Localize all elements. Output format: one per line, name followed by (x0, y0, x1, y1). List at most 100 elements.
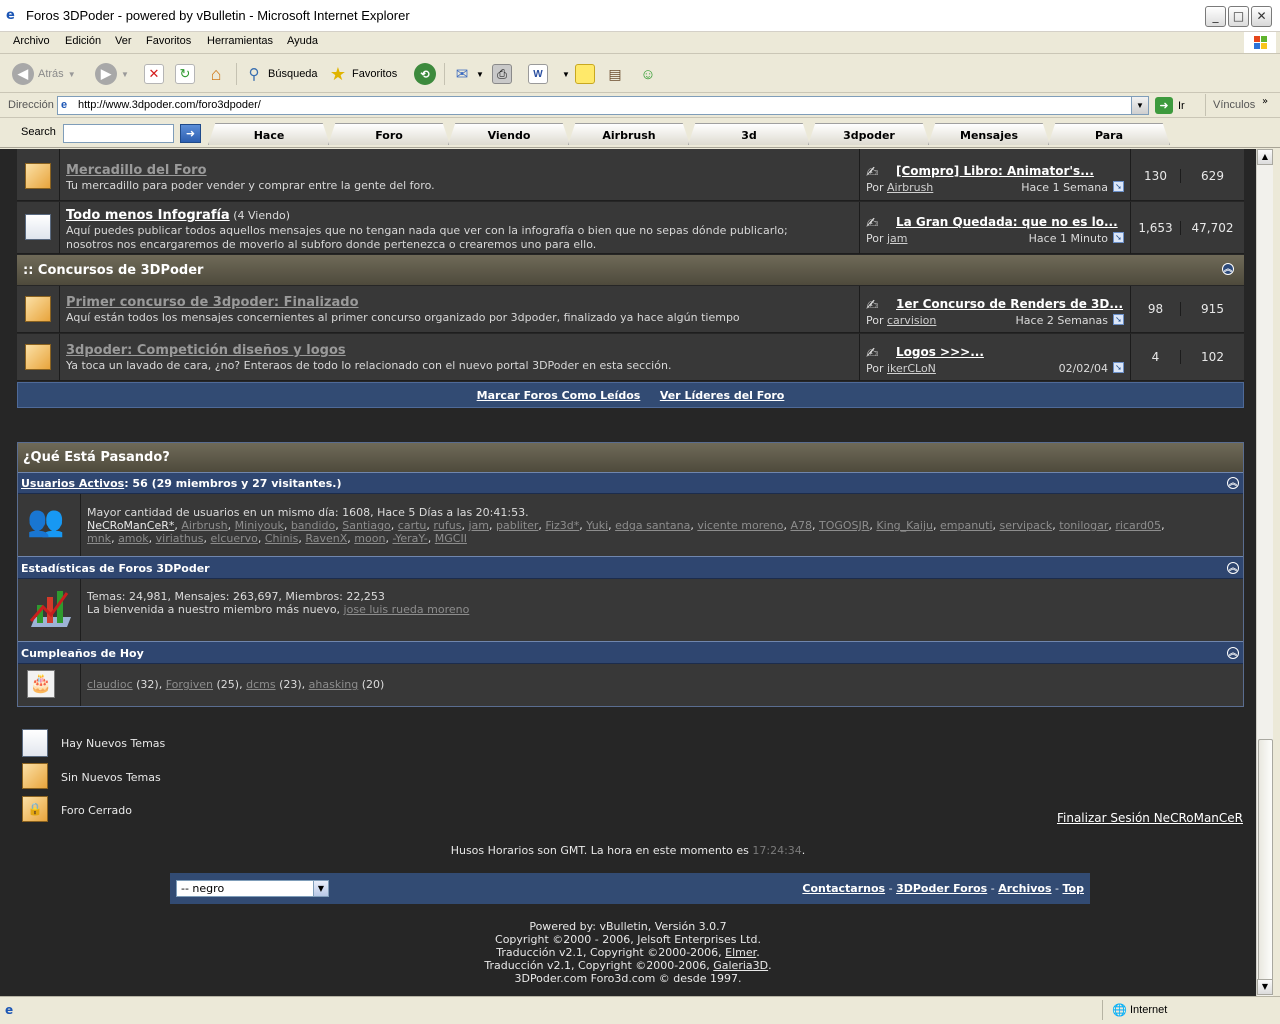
collapse-icon[interactable]: ︽ (1222, 263, 1234, 275)
edit-button[interactable]: W ▼ (528, 61, 570, 87)
forum-title[interactable]: Primer concurso de 3dpoder: Finalizado (66, 295, 359, 310)
last-post-title[interactable]: 1er Concurso de Renders de 3D... (896, 297, 1123, 311)
tab-airbrush[interactable]: Airbrush (568, 123, 690, 145)
close-button[interactable]: ✕ (1251, 6, 1272, 27)
last-post-user[interactable]: carvision (887, 314, 936, 327)
menu-ver[interactable]: Ver (115, 35, 132, 47)
collapse-icon[interactable]: ︽ (1227, 562, 1239, 574)
last-post-title[interactable]: [Compro] Libro: Animator's... (896, 164, 1094, 178)
online-user-link[interactable]: MGCII (435, 532, 467, 545)
maximize-button[interactable]: □ (1228, 6, 1249, 27)
last-post-title[interactable]: Logos >>>... (896, 345, 984, 359)
search-button[interactable]: ⚲ Búsqueda (244, 61, 318, 87)
archives-link[interactable]: Archivos (998, 882, 1051, 895)
logout-link[interactable]: Finalizar Sesión NeCRoManCeR (1057, 811, 1243, 825)
online-user-link[interactable]: edga santana (615, 519, 690, 532)
stop-button[interactable]: ✕ (144, 61, 164, 87)
elmer-link[interactable]: Elmer (725, 946, 756, 959)
online-user-link[interactable]: viriathus (156, 532, 204, 545)
go-button[interactable]: ➜ Ir (1155, 97, 1185, 114)
tab-viendo[interactable]: Viendo (448, 123, 570, 145)
online-user-link[interactable]: RavenX (305, 532, 347, 545)
back-button[interactable]: ◀ Atrás ▼ (12, 61, 76, 87)
forum-title[interactable]: Mercadillo del Foro (66, 163, 207, 178)
online-user-link[interactable]: rufus (433, 519, 461, 532)
online-user-link[interactable]: Yuki (586, 519, 608, 532)
go-last-post-icon[interactable]: ➘ (1113, 362, 1124, 373)
menu-archivo[interactable]: Archivo (13, 35, 50, 47)
birthday-user-link[interactable]: claudioc (87, 678, 133, 691)
select-dropdown-icon[interactable]: ▼ (313, 881, 328, 896)
contact-link[interactable]: Contactarnos (802, 882, 885, 895)
go-last-post-icon[interactable]: ➘ (1113, 314, 1124, 325)
online-user-link[interactable]: Fiz3d* (545, 519, 579, 532)
online-user-link[interactable]: A78 (790, 519, 812, 532)
messenger-button[interactable]: ☺ (638, 61, 658, 87)
chevron-right-icon[interactable]: » (1262, 96, 1268, 107)
scroll-thumb[interactable] (1258, 739, 1273, 984)
collapse-icon[interactable]: ︽ (1227, 647, 1239, 659)
research-button[interactable]: ▤ (605, 61, 625, 87)
last-post-user[interactable]: ikerCLoN (887, 362, 936, 375)
online-user-link[interactable]: King_Kaiju (876, 519, 933, 532)
birthday-user-link[interactable]: ahasking (309, 678, 359, 691)
tab-hace[interactable]: Hace (208, 123, 330, 145)
birthday-user-link[interactable]: dcms (246, 678, 275, 691)
go-last-post-icon[interactable]: ➘ (1113, 181, 1124, 192)
last-post-title[interactable]: La Gran Quedada: que no es lo... (896, 215, 1118, 229)
online-user-link[interactable]: jam (468, 519, 489, 532)
online-user-link[interactable]: ricard05 (1115, 519, 1161, 532)
galeria3d-link[interactable]: Galeria3D (713, 959, 768, 972)
history-button[interactable]: ⟲ (414, 61, 436, 87)
newest-member-link[interactable]: jose luis rueda moreno (344, 603, 470, 616)
print-button[interactable]: ⎙ (492, 61, 512, 87)
tab-3d[interactable]: 3d (688, 123, 810, 145)
go-last-post-icon[interactable]: ➘ (1113, 232, 1124, 243)
notes-button[interactable] (575, 61, 595, 87)
online-user-link[interactable]: mnk (87, 532, 111, 545)
forum-title[interactable]: 3dpoder: Competición diseños y logos (66, 343, 346, 358)
forum-title[interactable]: Todo menos Infografía (4 Viendo) (66, 208, 290, 223)
scroll-up-icon[interactable]: ▲ (1257, 149, 1273, 165)
forward-button[interactable]: ▶ ▼ (95, 61, 129, 87)
birthday-user-link[interactable]: Forgiven (166, 678, 213, 691)
online-user-link[interactable]: -YeraY- (392, 532, 427, 545)
online-user-link[interactable]: NeCRoManCeR* (87, 519, 174, 532)
collapse-icon[interactable]: ︽ (1227, 477, 1239, 489)
online-user-link[interactable]: Chinis (265, 532, 298, 545)
scroll-down-icon[interactable]: ▼ (1257, 979, 1273, 995)
category-title[interactable]: :: Concursos de 3DPoder (23, 263, 203, 278)
online-user-link[interactable]: bandido (291, 519, 335, 532)
last-post-user[interactable]: jam (887, 232, 908, 245)
home-button[interactable]: ⌂ (206, 61, 226, 87)
address-dropdown-icon[interactable]: ▼ (1131, 97, 1148, 114)
tab-foro[interactable]: Foro (328, 123, 450, 145)
toolbar-search-input[interactable] (63, 124, 174, 143)
online-user-link[interactable]: vicente moreno (697, 519, 783, 532)
address-input[interactable]: e http://www.3dpoder.com/foro3dpoder/ ▼ (57, 96, 1149, 115)
menu-ayuda[interactable]: Ayuda (287, 35, 318, 47)
online-user-link[interactable]: Miniyouk (235, 519, 284, 532)
favorites-button[interactable]: ★ Favoritos (328, 61, 397, 87)
top-link[interactable]: Top (1063, 882, 1084, 895)
refresh-button[interactable]: ↻ (175, 61, 195, 87)
toolbar-search-go-icon[interactable]: ➜ (180, 124, 201, 143)
online-user-link[interactable]: pabliter (496, 519, 538, 532)
online-user-link[interactable]: TOGOSJR (819, 519, 869, 532)
menu-herramientas[interactable]: Herramientas (207, 35, 273, 47)
mail-button[interactable]: ✉ ▼ (452, 61, 484, 87)
tab-3dpoder[interactable]: 3dpoder (808, 123, 930, 145)
online-user-link[interactable]: elcuervo (211, 532, 258, 545)
forum-leaders-link[interactable]: Ver Líderes del Foro (660, 389, 785, 402)
online-user-link[interactable]: cartu (398, 519, 427, 532)
tab-mensajes[interactable]: Mensajes (928, 123, 1050, 145)
last-post-user[interactable]: Airbrush (887, 181, 933, 194)
online-user-link[interactable]: tonilogar (1059, 519, 1108, 532)
tab-para[interactable]: Para (1048, 123, 1170, 145)
online-user-link[interactable]: empanuti (940, 519, 993, 532)
forums-home-link[interactable]: 3DPoder Foros (896, 882, 987, 895)
online-user-link[interactable]: Santiago (342, 519, 391, 532)
minimize-button[interactable]: _ (1205, 6, 1226, 27)
online-user-link[interactable]: moon (354, 532, 385, 545)
online-user-link[interactable]: amok (118, 532, 149, 545)
